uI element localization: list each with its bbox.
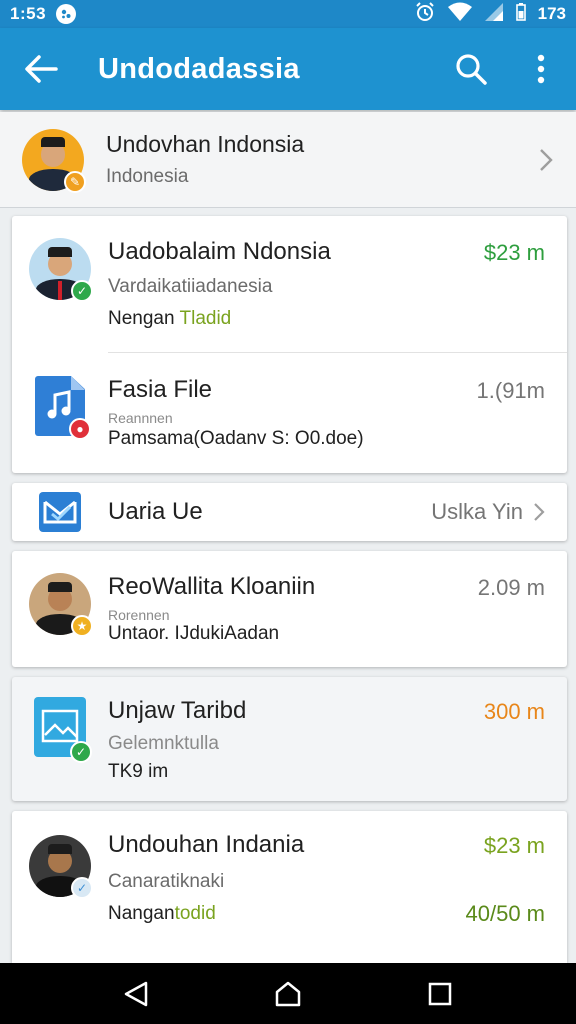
item-detail: Nengan Tladid <box>108 308 567 330</box>
item-caption: Rorennen <box>108 607 170 623</box>
list-item[interactable]: ● Fasia File Reannnen Pamsama(Oadanv S: … <box>12 352 567 473</box>
mail-check-icon <box>39 492 81 532</box>
item-size: 1.(91m <box>476 378 545 403</box>
system-nav-bar <box>0 963 576 1024</box>
item-detail: Pamsama(Oadanv S: O0.doe) <box>108 428 364 449</box>
item-detail: TK9 im <box>108 761 169 782</box>
chevron-right-icon <box>516 148 576 172</box>
item-amount: $23 m <box>483 833 545 858</box>
avatar: ★ <box>29 573 93 637</box>
search-button[interactable] <box>436 28 506 110</box>
home-icon <box>275 981 301 1006</box>
card-group-3: ★ ReoWallita Kloaniin Rorennen Untaor. I… <box>12 551 567 667</box>
triangle-back-icon <box>124 981 148 1006</box>
item-amount: $23 m <box>483 240 545 265</box>
music-file-icon: ● <box>35 376 91 440</box>
item-subtitle: Vardaikatiiadanesia <box>108 276 273 297</box>
page-title: Undodadassia <box>98 52 300 85</box>
card-group-2: Uaria Ue Uslka Yin <box>12 483 567 541</box>
item-amount: 300 m <box>483 699 545 724</box>
wifi-icon <box>447 2 472 27</box>
list-item[interactable]: ✓ Uadobalaim Ndonsia Vardaikatiiadanesia… <box>12 216 567 352</box>
item-value: Uslka Yin <box>431 499 523 524</box>
square-recents-icon <box>428 982 452 1005</box>
item-detail-highlight: todid <box>174 903 216 924</box>
card-group-4: ✓ Unjaw Taribd Gelemnktulla TK9 im 300 m <box>12 677 567 801</box>
item-detail-highlight: Tladid <box>179 308 232 329</box>
item-detail: Untaor. IJdukiAadan <box>108 623 280 644</box>
nav-back-button[interactable] <box>101 963 171 1024</box>
card-group-1: ✓ Uadobalaim Ndonsia Vardaikatiiadanesia… <box>12 216 567 473</box>
back-button[interactable] <box>0 28 82 110</box>
item-size: 2.09 m <box>477 575 545 600</box>
avatar: ✓ <box>29 835 93 899</box>
search-icon <box>456 54 487 85</box>
status-bar: 1:53 173 <box>0 0 576 28</box>
notification-icon <box>56 4 77 24</box>
more-vert-icon <box>537 54 545 84</box>
verified-badge-icon: ✓ <box>71 280 93 302</box>
item-detail-prefix: Nangan <box>108 903 175 924</box>
chevron-right-icon <box>533 502 545 527</box>
item-subtitle: Gelemnktulla <box>108 733 219 754</box>
nav-home-button[interactable] <box>253 963 323 1024</box>
arrow-back-icon <box>25 55 58 83</box>
nav-recents-button[interactable] <box>405 963 475 1024</box>
item-caption: Reannnen <box>108 410 173 426</box>
profile-name: Undovhan Indonsia <box>106 131 305 157</box>
profile-subtitle: Indonesia <box>106 166 189 187</box>
star-badge-icon: ★ <box>71 615 93 637</box>
alarm-icon <box>414 1 436 28</box>
list-item[interactable]: ★ ReoWallita Kloaniin Rorennen Untaor. I… <box>12 551 567 667</box>
item-subtitle: Canaratiknaki <box>108 871 225 892</box>
check-badge-icon: ✓ <box>71 877 93 899</box>
list-item[interactable]: ✓ Undouhan Indania Canaratiknaki Nangant… <box>12 811 567 963</box>
battery-level: 173 <box>537 4 566 23</box>
profile-header[interactable]: ✎ Undovhan Indonsia Indonesia <box>0 112 576 208</box>
overflow-menu-button[interactable] <box>506 28 576 110</box>
list-item[interactable]: ✓ Unjaw Taribd Gelemnktulla TK9 im 300 m <box>12 677 567 801</box>
list-item[interactable]: Uaria Ue Uslka Yin <box>12 483 567 541</box>
item-detail-prefix: Nengan <box>108 308 180 329</box>
app-bar: Undodadassia <box>0 28 576 110</box>
card-group-5: ✓ Undouhan Indania Canaratiknaki Nangant… <box>12 811 567 963</box>
edit-badge-icon: ✎ <box>64 170 86 193</box>
avatar: ✎ <box>22 128 86 193</box>
signal-icon <box>484 2 504 27</box>
battery-icon <box>515 2 526 26</box>
clock: 1:53 <box>10 4 47 23</box>
item-amount-secondary: 40/50 m <box>465 901 546 926</box>
avatar: ✓ <box>29 238 93 302</box>
image-file-icon: ✓ <box>34 697 92 763</box>
